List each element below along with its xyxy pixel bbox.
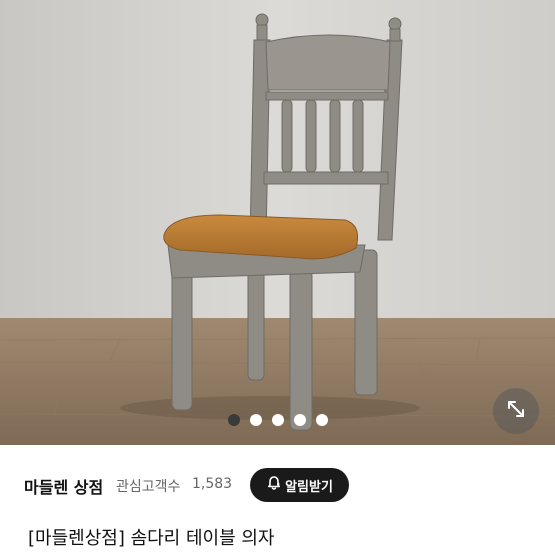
carousel-dot-5[interactable] [315,414,328,426]
product-image[interactable] [0,0,555,445]
image-carousel-indicator [0,414,555,426]
follower-label: 관심고객수 [116,479,181,495]
seller-info-row: 마들렌 상점 관심고객수 1,583 알림받기 [0,465,555,505]
carousel-dot-3[interactable] [271,414,284,426]
carousel-dot-1[interactable] [227,414,240,426]
carousel-dot-4[interactable] [293,414,306,426]
follower-count: 1,583 [192,476,233,492]
carousel-dot-2[interactable] [249,414,262,426]
chair-photo [0,0,555,445]
expand-image-button[interactable] [493,388,539,434]
seller-name[interactable]: 마들렌 상점 [24,474,103,498]
notify-button[interactable]: 알림받기 [250,468,349,502]
notify-button-label: 알림받기 [285,479,333,495]
bell-icon [266,475,282,495]
product-title: [마들렌상점] 솜다리 테이블 의자 [28,528,275,549]
